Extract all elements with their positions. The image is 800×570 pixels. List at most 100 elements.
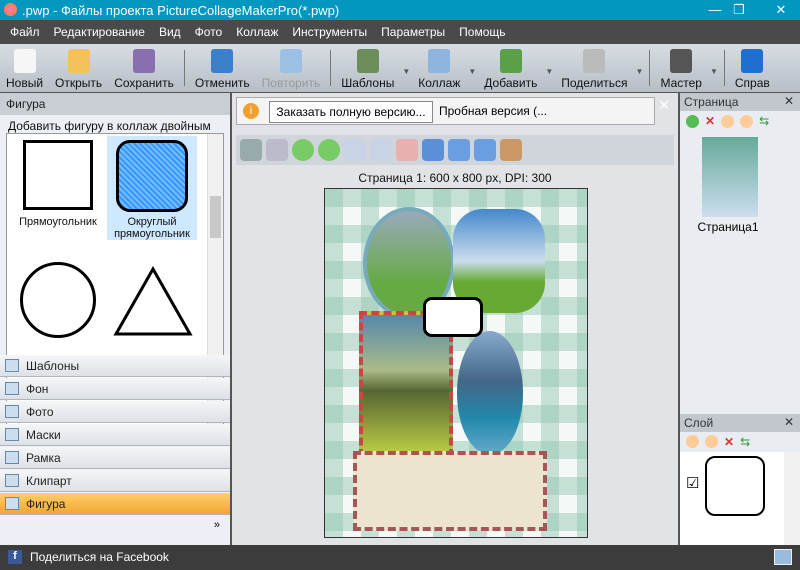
person-icon[interactable]	[240, 139, 262, 161]
layers-panel-title: Слой	[684, 416, 714, 430]
menu-view[interactable]: Вид	[159, 25, 181, 39]
section-label: Фон	[26, 382, 49, 396]
section-1[interactable]: Фон	[0, 378, 230, 400]
toolbar-button-wand[interactable]: Мастер	[654, 49, 708, 92]
layer-down-icon[interactable]	[705, 435, 718, 448]
rotate-left-icon[interactable]	[370, 139, 392, 161]
layer-list: ☑	[680, 452, 800, 545]
notice-close-button[interactable]: ✕	[658, 97, 670, 114]
menu-collage[interactable]: Коллаж	[236, 25, 278, 39]
section-label: Маски	[26, 428, 61, 442]
page-info: Страница 1: 600 x 800 px, DPI: 300	[358, 171, 552, 185]
photo-mountains[interactable]	[457, 331, 523, 455]
shape-triangle[interactable]	[111, 265, 195, 339]
toolbar-button-help[interactable]: Справ	[729, 49, 776, 92]
section-4[interactable]: Рамка	[0, 447, 230, 469]
toolbar-button-new-file[interactable]: Новый	[0, 49, 49, 92]
layers-panel: Слой ✕ ✕ ⇆ ☑	[680, 414, 800, 545]
toolbar-button-save[interactable]: Сохранить	[108, 49, 180, 92]
section-icon	[5, 497, 19, 510]
maximize-button[interactable]: ❐	[722, 0, 756, 20]
menu-file[interactable]: Файл	[10, 25, 40, 39]
toolbar-button-collage[interactable]: Коллаж	[412, 49, 466, 92]
toolbar-button-label: Новый	[6, 76, 44, 90]
send-backward-icon[interactable]	[318, 139, 340, 161]
rotate-right-icon[interactable]	[344, 139, 366, 161]
collage-page[interactable]	[324, 188, 588, 538]
dropdown-arrow-icon[interactable]: ▼	[636, 67, 644, 76]
shape-rectangle[interactable]: Прямоугольник	[13, 140, 103, 228]
selected-rounded-rectangle[interactable]	[423, 297, 483, 337]
toolbar-button-printer[interactable]: Поделиться	[555, 49, 633, 92]
layer-thumbnail[interactable]	[705, 456, 765, 516]
toolbar-button-label: Добавить	[484, 76, 538, 90]
title-bar: .pwp - Файлы проекта PictureCollageMaker…	[0, 0, 800, 20]
delete-layer-icon[interactable]: ✕	[724, 435, 734, 449]
share-facebook-link[interactable]: Поделиться на Facebook	[30, 550, 169, 564]
menu-help[interactable]: Помощь	[459, 25, 505, 39]
swap-pages-icon[interactable]: ⇆	[759, 115, 769, 129]
section-5[interactable]: Клипарт	[0, 470, 230, 492]
add-page-icon[interactable]	[686, 115, 699, 128]
toolbar-button-label: Повторить	[261, 76, 321, 90]
toolbar-separator	[723, 50, 725, 86]
dropdown-arrow-icon[interactable]: ▼	[710, 67, 718, 76]
layers-panel-close[interactable]: ✕	[784, 415, 794, 429]
crop-icon[interactable]	[266, 139, 288, 161]
screen-icon[interactable]	[774, 549, 792, 565]
facebook-icon: f	[8, 550, 22, 564]
section-icon	[5, 474, 19, 487]
align-left-icon[interactable]	[448, 139, 470, 161]
menu-tools[interactable]: Инструменты	[292, 25, 367, 39]
toolbar-separator	[183, 50, 185, 86]
redo-icon	[279, 49, 302, 73]
move-page-up-icon[interactable]	[721, 115, 735, 128]
envelope-frame[interactable]	[353, 451, 547, 531]
pages-panel-close[interactable]: ✕	[784, 94, 794, 108]
menu-settings[interactable]: Параметры	[381, 25, 445, 39]
pages-panel-header: Страница ✕	[680, 93, 800, 111]
order-full-version-button[interactable]: Заказать полную версию...	[269, 101, 433, 123]
dropdown-arrow-icon[interactable]: ▼	[468, 67, 476, 76]
dropdown-arrow-icon[interactable]: ▼	[545, 67, 553, 76]
layer-scrollbar[interactable]	[784, 452, 800, 545]
section-3[interactable]: Маски	[0, 424, 230, 446]
bring-forward-icon[interactable]	[292, 139, 314, 161]
toolbar-button-add-photo[interactable]: Добавить	[478, 49, 543, 92]
delete-icon[interactable]	[396, 139, 418, 161]
frame-effect-icon[interactable]	[500, 139, 522, 161]
new-file-icon	[13, 49, 36, 73]
dropdown-arrow-icon[interactable]: ▼	[402, 67, 410, 76]
toolbar-button-label: Поделиться	[561, 76, 628, 90]
distribute-icon[interactable]	[474, 139, 496, 161]
delete-page-icon[interactable]: ✕	[705, 115, 715, 129]
toolbar-button-open-folder[interactable]: Открыть	[49, 49, 108, 92]
close-button[interactable]: ✕	[764, 0, 798, 20]
section-label: Клипарт	[26, 474, 72, 488]
swap-layers-icon[interactable]: ⇆	[740, 435, 750, 449]
section-2[interactable]: Фото	[0, 401, 230, 423]
section-icon	[5, 405, 19, 418]
wand-icon	[670, 49, 693, 73]
shape-panel: Фигура Добавить фигуру в коллаж двойным …	[0, 93, 230, 545]
align-center-icon[interactable]	[422, 139, 444, 161]
triangle-shape-icon	[113, 265, 193, 336]
toolbar-button-templates[interactable]: Шаблоны	[335, 49, 400, 92]
shape-circle[interactable]	[13, 262, 103, 338]
shape-rounded-rectangle[interactable]: Округлый прямоугольник	[107, 136, 197, 240]
trial-notice: i Заказать полную версию... Пробная верс…	[236, 97, 655, 125]
section-6[interactable]: Фигура	[0, 493, 230, 515]
toolbar-button-undo[interactable]: Отменить	[189, 49, 256, 92]
toolbar-button-redo[interactable]: Повторить	[256, 49, 327, 92]
add-photo-icon	[499, 49, 522, 73]
menu-photo[interactable]: Фото	[195, 25, 223, 39]
layer-visibility-checkbox[interactable]: ☑	[686, 474, 699, 492]
toolbar-button-label: Сохранить	[114, 76, 174, 90]
menu-edit[interactable]: Редактирование	[54, 25, 145, 39]
page-thumbnail[interactable]	[702, 137, 758, 217]
more-sections-button[interactable]: »	[214, 519, 220, 531]
layer-up-icon[interactable]	[686, 435, 699, 448]
move-page-down-icon[interactable]	[740, 115, 754, 128]
section-0[interactable]: Шаблоны	[0, 355, 230, 377]
toolbar-button-label: Мастер	[660, 76, 702, 90]
